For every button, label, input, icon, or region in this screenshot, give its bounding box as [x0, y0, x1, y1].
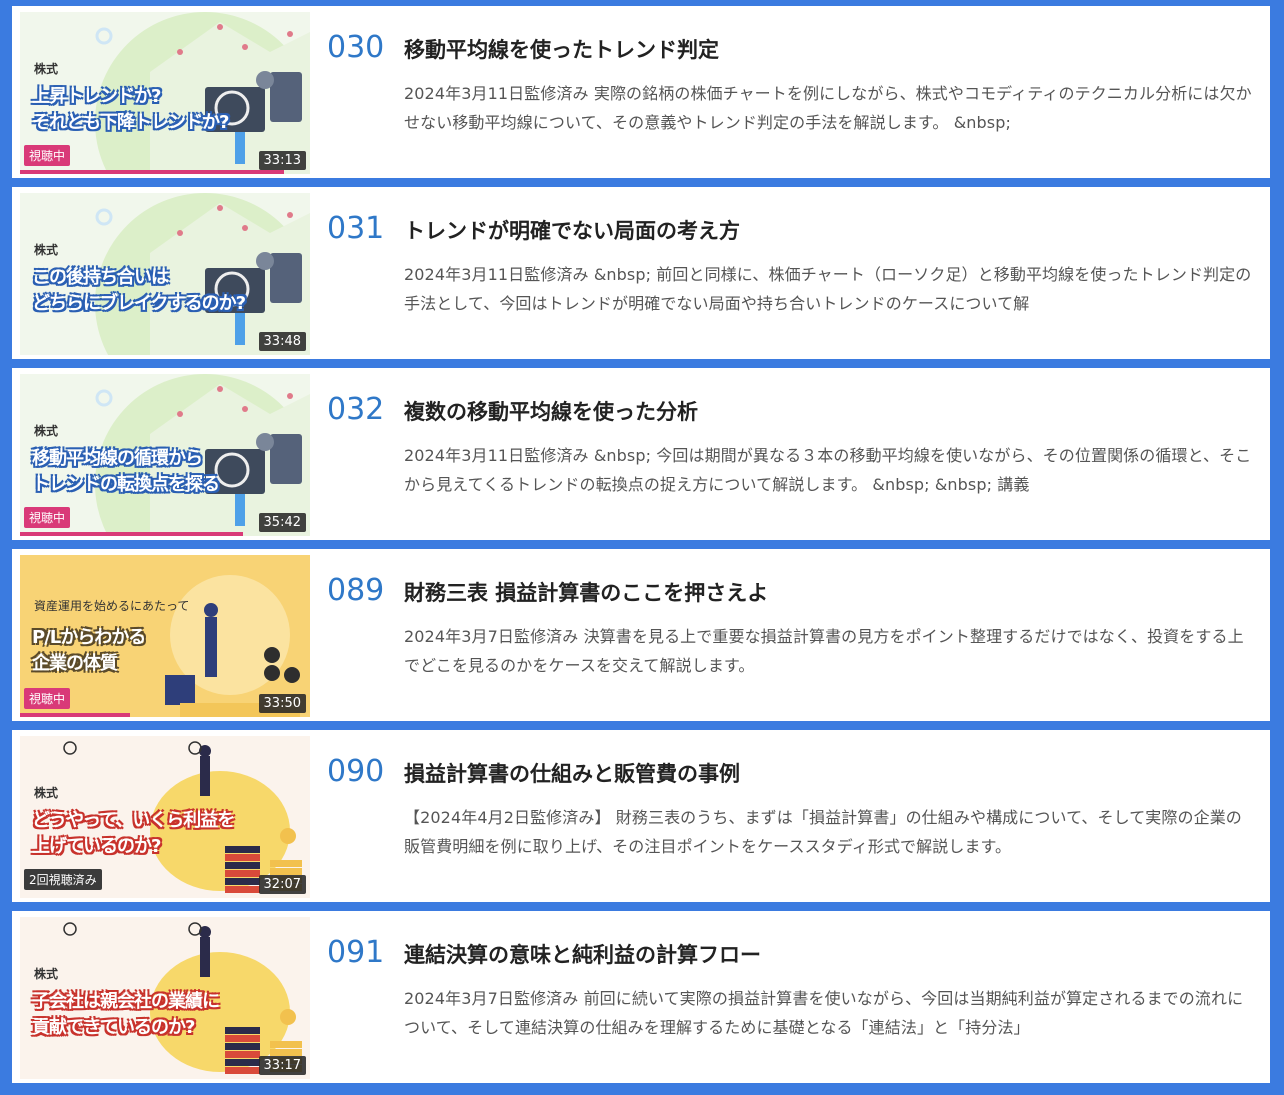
thumbnail-category: 資産運用を始めるにあたって: [34, 599, 190, 613]
thumbnail-headline-line: 上昇トレンドか?: [32, 86, 161, 107]
lecture-description: 2024年3月7日監修済み 決算書を見る上で重要な損益計算書の見方をポイント整理…: [404, 627, 1244, 675]
lecture-number: 032: [327, 392, 385, 427]
watch-progress-bar: [20, 170, 284, 174]
duration-label: 33:50: [258, 694, 306, 713]
lecture-thumbnail[interactable]: 資産運用を始めるにあたって P/Lからわかる 企業の体質 視聴中 33:50: [20, 555, 310, 717]
lecture-thumbnail[interactable]: 株式 移動平均線の循環から トレンドの転換点を探る 視聴中 35:42: [20, 374, 310, 536]
lecture-title[interactable]: 連結決算の意味と純利益の計算フロー: [404, 939, 761, 969]
lecture-list: 株式 上昇トレンドか? それとも下降トレンドか? 視聴中 33:13 030 移…: [0, 0, 1284, 1095]
lecture-description: 2024年3月11日監修済み &nbsp; 前回と同様に、株価チャート（ローソク…: [404, 265, 1252, 313]
watch-progress-bar: [20, 713, 131, 717]
lecture-card[interactable]: 株式 子会社は親会社の業績に 貢献できているのか? 33:17 091 連結決算…: [12, 911, 1270, 1083]
thumbnail-headline-line: トレンドの転換点を探る: [32, 474, 220, 495]
duration-label: 33:17: [258, 1056, 306, 1075]
duration-label: 32:07: [258, 875, 306, 894]
thumbnail-headline-line: P/Lからわかる: [32, 627, 146, 648]
watch-progress-bar: [20, 532, 244, 536]
lecture-thumbnail[interactable]: 株式 子会社は親会社の業績に 貢献できているのか? 33:17: [20, 917, 310, 1079]
watch-status-badge: 視聴中: [24, 507, 71, 528]
thumbnail-headline-line: どちらにブレイクするのか?: [32, 293, 246, 314]
lecture-title[interactable]: 複数の移動平均線を使った分析: [404, 396, 698, 426]
lecture-description: 2024年3月11日監修済み &nbsp; 今回は期間が異なる３本の移動平均線を…: [404, 446, 1252, 494]
duration-label: 33:48: [258, 332, 306, 351]
lecture-card[interactable]: 株式 上昇トレンドか? それとも下降トレンドか? 視聴中 33:13 030 移…: [12, 6, 1270, 178]
lecture-title[interactable]: 財務三表 損益計算書のここを押さえよ: [404, 577, 768, 607]
thumbnail-category: 株式: [34, 424, 59, 438]
thumbnail-headline-line: どうやって、いくら利益を: [32, 810, 235, 831]
lecture-card[interactable]: 資産運用を始めるにあたって P/Lからわかる 企業の体質 視聴中 33:50 0…: [12, 549, 1270, 721]
lecture-thumbnail[interactable]: 株式 この後持ち合いは どちらにブレイクするのか? 33:48: [20, 193, 310, 355]
duration-label: 35:42: [258, 513, 306, 532]
thumbnail-category: 株式: [34, 967, 59, 981]
thumbnail-headline-line: この後持ち合いは: [32, 267, 169, 288]
lecture-number: 031: [327, 211, 385, 246]
thumbnail-headline-line: 上げているのか?: [32, 836, 161, 857]
lecture-title[interactable]: 損益計算書の仕組みと販管費の事例: [404, 758, 740, 788]
duration-label: 33:13: [258, 151, 306, 170]
lecture-number: 030: [327, 30, 385, 65]
thumbnail-category: 株式: [34, 786, 59, 800]
lecture-thumbnail[interactable]: 株式 どうやって、いくら利益を 上げているのか? 2回視聴済み 32:07: [20, 736, 310, 898]
thumbnail-headline-line: 子会社は親会社の業績に: [32, 991, 220, 1012]
lecture-card[interactable]: 株式 どうやって、いくら利益を 上げているのか? 2回視聴済み 32:07 09…: [12, 730, 1270, 902]
lecture-card[interactable]: 株式 移動平均線の循環から トレンドの転換点を探る 視聴中 35:42 032 …: [12, 368, 1270, 540]
watch-status-badge: 視聴中: [24, 688, 71, 709]
watch-status-badge: 2回視聴済み: [24, 869, 102, 890]
lecture-number: 089: [327, 573, 385, 608]
lecture-description: 【2024年4月2日監修済み】 財務三表のうち、まずは「損益計算書」の仕組みや構…: [404, 808, 1242, 856]
lecture-title[interactable]: トレンドが明確でない局面の考え方: [404, 215, 740, 245]
thumbnail-headline-line: 貢献できているのか?: [32, 1017, 195, 1038]
thumbnail-category: 株式: [34, 62, 59, 76]
lecture-thumbnail[interactable]: 株式 上昇トレンドか? それとも下降トレンドか? 視聴中 33:13: [20, 12, 310, 174]
thumbnail-headline-line: 移動平均線の循環から: [32, 448, 203, 469]
lecture-number: 090: [327, 754, 385, 789]
lecture-description: 2024年3月7日監修済み 前回に続いて実際の損益計算書を使いながら、今回は当期…: [404, 989, 1244, 1037]
lecture-number: 091: [327, 935, 385, 970]
lecture-description: 2024年3月11日監修済み 実際の銘柄の株価チャートを例にしながら、株式やコモ…: [404, 84, 1252, 132]
watch-status-badge: 視聴中: [24, 145, 71, 166]
thumbnail-category: 株式: [34, 243, 59, 257]
lecture-card[interactable]: 株式 この後持ち合いは どちらにブレイクするのか? 33:48 031 トレンド…: [12, 187, 1270, 359]
lecture-title[interactable]: 移動平均線を使ったトレンド判定: [404, 34, 719, 64]
thumbnail-headline-line: 企業の体質: [32, 653, 118, 674]
thumbnail-headline-line: それとも下降トレンドか?: [32, 112, 229, 133]
